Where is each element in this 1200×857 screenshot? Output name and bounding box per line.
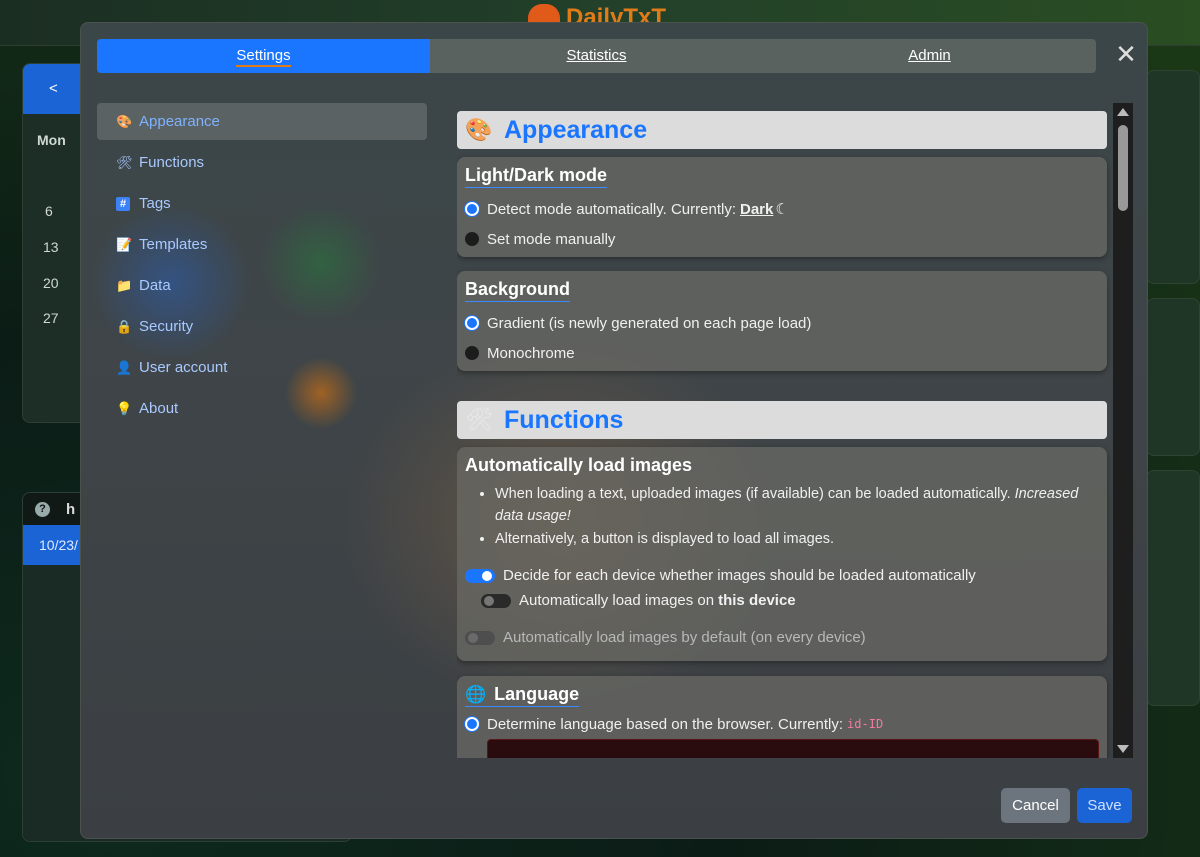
modal-tabs: Settings Statistics Admin	[97, 39, 1096, 73]
cancel-button[interactable]: Cancel	[1001, 788, 1070, 823]
sidebar-item-label: Appearance	[139, 113, 220, 130]
radio-label: Set mode manually	[487, 230, 616, 248]
sidebar-item-appearance[interactable]: 🎨 Appearance	[97, 103, 427, 140]
tab-settings[interactable]: Settings	[97, 39, 430, 73]
sidebar-item-label: Templates	[139, 236, 208, 253]
hash-icon: #	[116, 196, 130, 211]
radio-label: Gradient (is newly generated on each pag…	[487, 314, 812, 332]
lightbulb-icon: 💡	[116, 400, 133, 416]
sidebar-item-label: Security	[139, 318, 194, 335]
content-scrollbar[interactable]	[1113, 103, 1133, 758]
light-dark-card: Light/Dark mode Detect mode automaticall…	[457, 157, 1107, 257]
toggle-label: Automatically load images by default (on…	[503, 629, 866, 646]
radio-label: Determine language based on the browser.…	[487, 715, 844, 733]
calendar-day[interactable]: 6	[45, 203, 53, 219]
toggle-switch[interactable]	[465, 568, 495, 583]
calendar-day[interactable]: 27	[43, 310, 59, 326]
settings-content: 🎨 Appearance Light/Dark mode Detect mode…	[457, 103, 1113, 758]
card-title: Automatically load images	[465, 455, 693, 475]
info-list: When loading a text, uploaded images (if…	[495, 483, 1099, 550]
radio-auto-mode[interactable]: Detect mode automatically. Currently: Da…	[465, 194, 1099, 224]
scroll-up-arrow-icon[interactable]	[1117, 108, 1129, 116]
right-panel	[1146, 70, 1200, 284]
sidebar-item-templates[interactable]: 📝 Templates	[97, 226, 427, 263]
radio-manual-mode[interactable]: Set mode manually	[465, 224, 1099, 254]
sidebar-item-label: User account	[139, 359, 228, 376]
toggle-label: Automatically load images on	[519, 592, 715, 609]
toggle-switch[interactable]	[465, 630, 495, 645]
sidebar-item-label: About	[139, 400, 179, 417]
sidebar-item-about[interactable]: 💡 About	[97, 390, 427, 427]
language-card: 🌐 Language Determine language based on t…	[457, 676, 1107, 758]
toggle-label-bold: this device	[718, 592, 796, 609]
radio-button[interactable]	[465, 316, 479, 330]
section-header-appearance: 🎨 Appearance	[457, 111, 1107, 149]
sidebar-item-data[interactable]: 📁 Data	[97, 267, 427, 304]
toggle-switch[interactable]	[481, 593, 511, 608]
tab-statistics[interactable]: Statistics	[430, 39, 763, 73]
palette-icon: 🎨	[465, 117, 493, 142]
current-mode: Dark	[740, 200, 774, 218]
language-warning-box	[487, 739, 1099, 758]
sidebar-item-label: Tags	[139, 195, 171, 212]
background-card: Background Gradient (is newly generated …	[457, 271, 1107, 371]
language-code: id-ID	[847, 717, 884, 731]
toggle-label: Decide for each device whether images sh…	[503, 567, 976, 584]
radio-button[interactable]	[465, 717, 479, 731]
radio-button[interactable]	[465, 202, 479, 216]
radio-button[interactable]	[465, 346, 479, 360]
calendar-day[interactable]: 20	[43, 275, 59, 291]
toggle-this-device[interactable]: Automatically load images on this device	[465, 588, 1099, 613]
card-title: Light/Dark mode	[465, 165, 608, 188]
sidebar-item-security[interactable]: 🔒 Security	[97, 308, 427, 345]
sidebar-item-tags[interactable]: # Tags	[97, 185, 427, 222]
radio-button[interactable]	[465, 232, 479, 246]
radio-browser-language[interactable]: Determine language based on the browser.…	[465, 713, 1099, 735]
card-title: Background	[465, 279, 571, 302]
moon-icon: ☾	[775, 201, 789, 218]
close-icon[interactable]: ✕	[1114, 42, 1138, 68]
list-item: Alternatively, a button is displayed to …	[495, 528, 1099, 550]
globe-icon: 🌐	[465, 684, 487, 704]
document-icon: 📝	[116, 236, 133, 252]
log-tab[interactable]: h	[66, 501, 75, 518]
sidebar-item-label: Functions	[139, 154, 205, 171]
toggle-default[interactable]: Automatically load images by default (on…	[465, 625, 1099, 650]
section-title: Appearance	[504, 115, 648, 144]
section-title: Functions	[504, 405, 624, 434]
radio-monochrome[interactable]: Monochrome	[465, 338, 1099, 368]
radio-label: Detect mode automatically. Currently:	[487, 200, 736, 218]
sidebar-item-functions[interactable]: 🛠 Functions	[97, 144, 427, 181]
tools-icon: 🛠	[465, 407, 493, 432]
auto-images-card: Automatically load images When loading a…	[457, 447, 1107, 661]
right-panel	[1146, 298, 1200, 456]
calendar-weekday: Mon	[37, 132, 66, 148]
palette-icon: 🎨	[116, 113, 133, 129]
user-icon: 👤	[116, 359, 133, 375]
help-icon[interactable]: ?	[35, 501, 50, 517]
tab-admin[interactable]: Admin	[763, 39, 1096, 73]
right-panel	[1146, 470, 1200, 706]
tools-icon: 🛠	[116, 154, 133, 170]
sidebar-item-label: Data	[139, 277, 171, 294]
list-item: When loading a text, uploaded images (if…	[495, 483, 1099, 527]
lock-icon: 🔒	[116, 318, 133, 334]
calendar-day[interactable]: 13	[43, 239, 59, 255]
settings-sidebar: 🎨 Appearance 🛠 Functions # Tags 📝 Templa…	[97, 103, 427, 431]
scroll-down-arrow-icon[interactable]	[1117, 745, 1129, 753]
settings-modal: Settings Statistics Admin ✕ 🎨 Appearance…	[80, 22, 1148, 839]
save-button[interactable]: Save	[1077, 788, 1132, 823]
folder-icon: 📁	[116, 277, 133, 293]
sidebar-item-user-account[interactable]: 👤 User account	[97, 349, 427, 386]
radio-label: Monochrome	[487, 344, 575, 362]
card-title: 🌐 Language	[465, 684, 580, 707]
toggle-per-device[interactable]: Decide for each device whether images sh…	[465, 563, 1099, 588]
section-header-functions: 🛠 Functions	[457, 401, 1107, 439]
scrollbar-thumb[interactable]	[1118, 125, 1128, 211]
calendar-prev-button[interactable]: <	[49, 80, 58, 97]
radio-gradient[interactable]: Gradient (is newly generated on each pag…	[465, 308, 1099, 338]
